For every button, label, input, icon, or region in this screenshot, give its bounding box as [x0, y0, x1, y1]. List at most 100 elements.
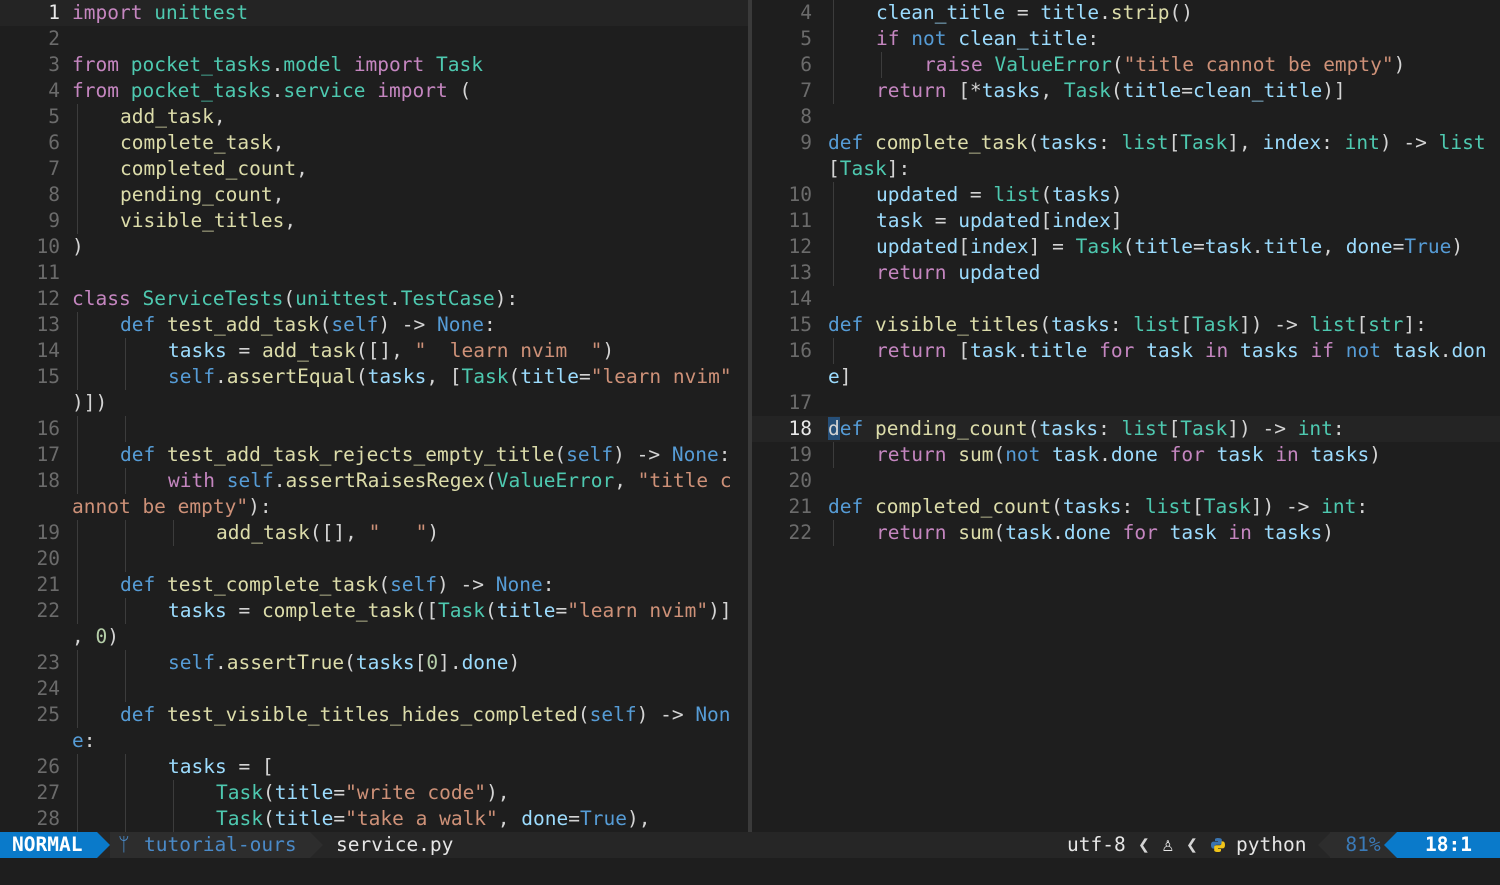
code-token: .: [1251, 235, 1264, 258]
code-line[interactable]: 14 tasks = add_task([], " learn nvim "): [0, 338, 748, 364]
code-line[interactable]: 11: [0, 260, 748, 286]
code-line[interactable]: 9 visible_titles,: [0, 208, 748, 234]
code-token: , [: [426, 365, 462, 388]
code-token: def: [828, 131, 864, 154]
code-line[interactable]: 10): [0, 234, 748, 260]
code-text: , 0): [72, 624, 119, 650]
code-line[interactable]: 5 if not clean_title:: [752, 26, 1500, 52]
line-number: 7: [48, 157, 60, 180]
code-text: e]: [828, 364, 852, 390]
code-token: .: [1052, 521, 1064, 544]
code-token: e: [828, 365, 840, 388]
code-token: updated: [958, 209, 1041, 232]
code-line[interactable]: 17: [752, 390, 1500, 416]
code-line[interactable]: 11 task = updated[index]: [752, 208, 1500, 234]
code-line[interactable]: 27 Task(title="write code"),: [0, 780, 748, 806]
code-line[interactable]: 5 add_task,: [0, 104, 748, 130]
code-line[interactable]: 15 def visible_titles(tasks: list[Task]) …: [752, 312, 1500, 338]
code-line[interactable]: 7 completed_count,: [0, 156, 748, 182]
code-token: (: [378, 573, 391, 596]
code-line[interactable]: 4 clean_title = title.strip(): [752, 0, 1500, 26]
code-line[interactable]: 16: [0, 416, 748, 442]
code-line[interactable]: )]): [0, 390, 748, 416]
code-line[interactable]: e:: [0, 728, 748, 754]
line-number: 5: [800, 27, 812, 50]
code-line[interactable]: annot be empty"):: [0, 494, 748, 520]
code-line[interactable]: 25 def test_visible_titles_hides_complete…: [0, 702, 748, 728]
code-token: task: [1169, 521, 1217, 544]
code-token: ): [72, 235, 84, 258]
code-line[interactable]: 26 tasks = [: [0, 754, 748, 780]
git-branch-icon: ᛘ: [118, 833, 130, 856]
code-line[interactable]: [Task]:: [752, 156, 1500, 182]
code-line[interactable]: 22 return sum(task.done for task in tasks…: [752, 520, 1500, 546]
code-token: ,: [1322, 235, 1346, 258]
indent-guide: [77, 780, 78, 806]
code-token: )]: [1322, 79, 1346, 102]
code-line[interactable]: 6 complete_task,: [0, 130, 748, 156]
code-line[interactable]: 7 return [*tasks, Task(title=clean_title)…: [752, 78, 1500, 104]
linux-icon: ♙: [1162, 833, 1174, 856]
code-token: not: [1005, 443, 1041, 466]
branch-separator: [310, 832, 323, 858]
code-line[interactable]: 18 with self.assertRaisesRegex(ValueError…: [0, 468, 748, 494]
code-token: raise: [924, 53, 983, 76]
code-line[interactable]: 8: [752, 104, 1500, 130]
code-line[interactable]: 14: [752, 286, 1500, 312]
code-token: [: [828, 157, 840, 180]
code-token: =: [555, 599, 568, 622]
code-token: test_add_task_rejects_empty_title: [166, 443, 555, 466]
code-line[interactable]: 8 pending_count,: [0, 182, 748, 208]
code-token: [: [414, 651, 427, 674]
code-line[interactable]: e]: [752, 364, 1500, 390]
code-token: in: [1275, 443, 1299, 466]
cursor-position: 18:1: [1397, 832, 1500, 858]
code-line[interactable]: 17 def test_add_task_rejects_empty_title(…: [0, 442, 748, 468]
code-line[interactable]: 6 raise ValueError("title cannot be empty…: [752, 52, 1500, 78]
code-token: (: [993, 443, 1006, 466]
code-line[interactable]: , 0): [0, 624, 748, 650]
code-token: ],: [1227, 131, 1263, 154]
editor-left-pane[interactable]: 1 import unittest 2 3 from pocket_tasks.mode…: [0, 0, 748, 832]
code-line[interactable]: 23 self.assertTrue(tasks[0].done): [0, 650, 748, 676]
code-line[interactable]: 19 return sum(not task.done for task in t…: [752, 442, 1500, 468]
code-line[interactable]: 19 add_task([], " "): [0, 520, 748, 546]
code-line[interactable]: 9 def complete_task(tasks: list[Task], in…: [752, 130, 1500, 156]
code-line[interactable]: 4 from pocket_tasks.service import (: [0, 78, 748, 104]
code-text: task = updated[index]: [876, 208, 1123, 234]
code-token: list: [1133, 313, 1181, 336]
code-token: pocket_tasks: [130, 79, 272, 102]
code-line[interactable]: 15 self.assertEqual(tasks, [Task(title="l…: [0, 364, 748, 390]
code-line[interactable]: 24: [0, 676, 748, 702]
indent-guide: [833, 234, 834, 260]
code-token: ].: [438, 651, 462, 674]
code-token: class: [72, 287, 131, 310]
command-line[interactable]: [0, 858, 1500, 885]
code-token: self: [226, 469, 274, 492]
line-number: 11: [36, 261, 60, 284]
code-line[interactable]: 2: [0, 26, 748, 52]
code-line[interactable]: 12 class ServiceTests(unittest.TestCase):: [0, 286, 748, 312]
code-line[interactable]: 21 def test_complete_task(self) -> None:: [0, 572, 748, 598]
code-line[interactable]: 20: [752, 468, 1500, 494]
line-number: 18: [788, 417, 812, 440]
code-line[interactable]: 28 Task(title="take a walk", done=True),: [0, 806, 748, 832]
code-line[interactable]: 1 import unittest: [0, 0, 748, 26]
editor-right-pane[interactable]: 4 clean_title = title.strip() 5 if not clea…: [752, 0, 1500, 832]
code-line[interactable]: 20: [0, 546, 748, 572]
code-text: return updated: [876, 260, 1040, 286]
code-token: pending_count: [874, 417, 1028, 440]
code-line[interactable]: 16 return [task.title for task in tasks i…: [752, 338, 1500, 364]
code-text: tasks = add_task([], " learn nvim "): [168, 338, 614, 364]
code-line[interactable]: 18 def pending_count(tasks: list[Task]) -…: [752, 416, 1500, 442]
code-line[interactable]: 3 from pocket_tasks.model import Task: [0, 52, 748, 78]
code-line[interactable]: 13 def test_add_task(self) -> None:: [0, 312, 748, 338]
code-line[interactable]: 10 updated = list(tasks): [752, 182, 1500, 208]
code-line[interactable]: 21 def completed_count(tasks: list[Task])…: [752, 494, 1500, 520]
code-line[interactable]: 12 updated[index] = Task(title=task.title…: [752, 234, 1500, 260]
code-line[interactable]: 22 tasks = complete_task([Task(title="lea…: [0, 598, 748, 624]
indent-guide: [77, 338, 78, 364]
code-line[interactable]: 13 return updated: [752, 260, 1500, 286]
